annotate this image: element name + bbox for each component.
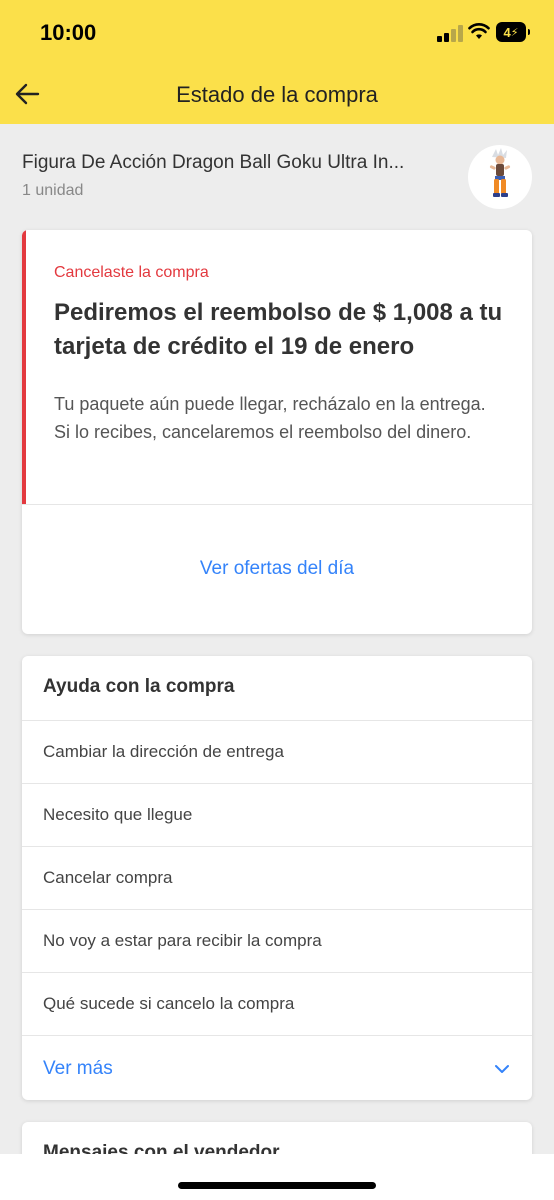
- battery-icon: 4 ⚡: [496, 22, 530, 42]
- home-indicator[interactable]: [178, 1182, 376, 1189]
- status-bar: 10:00 4 ⚡: [0, 0, 554, 64]
- help-item-label: Cancelar compra: [43, 868, 173, 887]
- see-more-button[interactable]: Ver más: [22, 1035, 532, 1100]
- status-eyebrow: Cancelaste la compra: [54, 264, 209, 281]
- help-item-label: Qué sucede si cancelo la compra: [43, 994, 295, 1013]
- nav-bar: Estado de la compra: [0, 64, 554, 124]
- help-item-label: Necesito que llegue: [43, 805, 193, 824]
- page-title: Estado de la compra: [176, 82, 378, 107]
- app-header: 10:00 4 ⚡ Estado de la compra: [0, 0, 554, 124]
- product-summary[interactable]: Figura De Acción Dragon Ball Goku Ultra …: [0, 124, 554, 224]
- refund-headline: Pediremos el reembolso de $ 1,008 a tu t…: [54, 299, 503, 360]
- main-content: Figura De Acción Dragon Ball Goku Ultra …: [0, 124, 554, 1182]
- help-item-label: Cambiar la dirección de entrega: [43, 742, 284, 761]
- wifi-icon: [468, 23, 490, 39]
- purchase-help-card: Ayuda con la compra Cambiar la dirección…: [22, 656, 532, 1100]
- help-section-title: Ayuda con la compra: [43, 676, 235, 697]
- refund-description: Tu paquete aún puede llegar, recházalo e…: [54, 394, 486, 442]
- daily-deals-link[interactable]: Ver ofertas del día: [22, 504, 532, 634]
- help-item-what-if-cancel[interactable]: Qué sucede si cancelo la compra: [22, 972, 532, 1035]
- help-item-change-address[interactable]: Cambiar la dirección de entrega: [22, 720, 532, 783]
- home-indicator-area: [0, 1154, 554, 1200]
- product-quantity: 1 unidad: [22, 182, 84, 199]
- signal-icon: [437, 24, 463, 42]
- product-name: Figura De Acción Dragon Ball Goku Ultra …: [22, 152, 405, 173]
- chevron-down-icon: [495, 1065, 509, 1073]
- status-time: 10:00: [40, 20, 97, 45]
- help-item-cancel-purchase[interactable]: Cancelar compra: [22, 846, 532, 909]
- figure-image-icon: [489, 148, 511, 197]
- help-item-need-arrival[interactable]: Necesito que llegue: [22, 783, 532, 846]
- status-accent-bar: [22, 230, 26, 504]
- battery-level: 4: [503, 24, 511, 40]
- product-thumbnail: [468, 145, 532, 209]
- see-more-label: Ver más: [43, 1058, 113, 1079]
- help-item-not-home[interactable]: No voy a estar para recibir la compra: [22, 909, 532, 972]
- help-item-label: No voy a estar para recibir la compra: [43, 931, 322, 950]
- cancellation-card: Cancelaste la compra Pediremos el reembo…: [22, 230, 532, 634]
